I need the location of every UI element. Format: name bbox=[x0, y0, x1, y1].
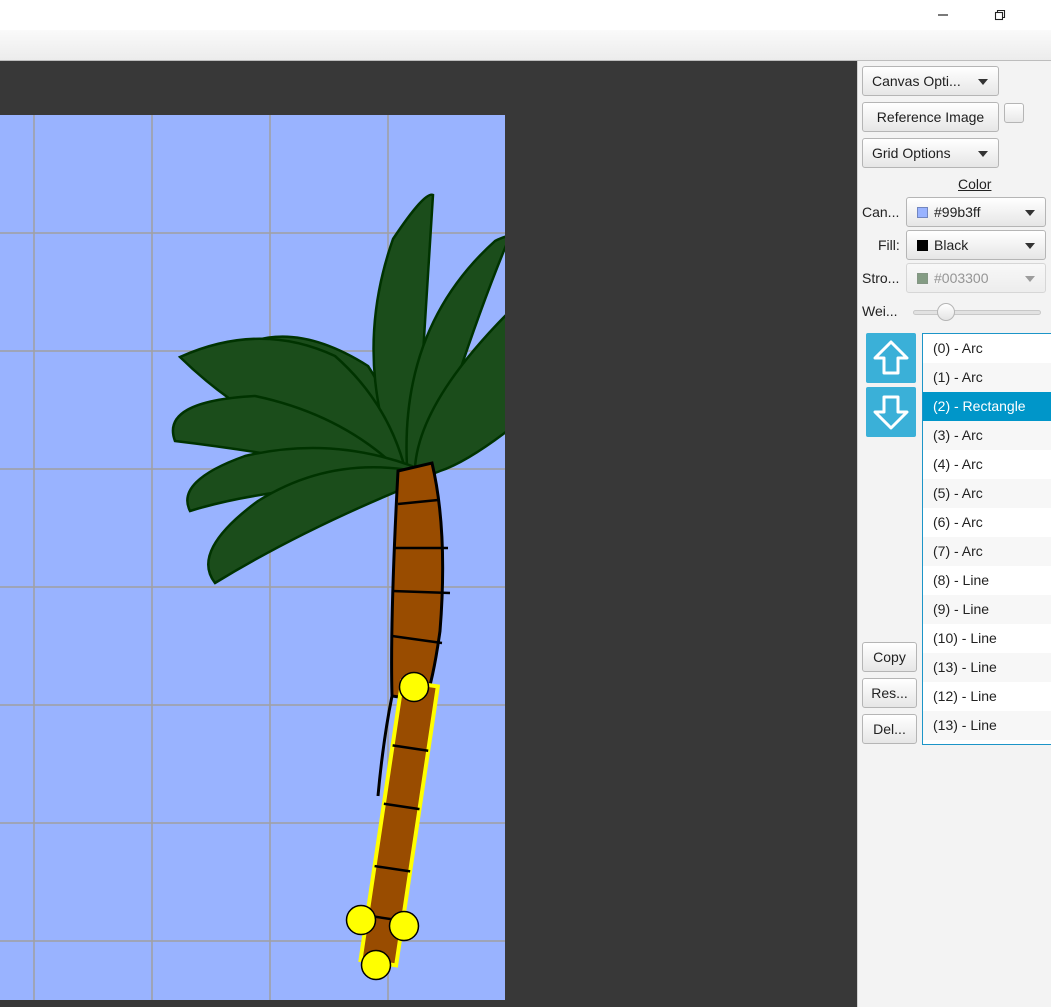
color-heading: Color bbox=[958, 176, 992, 192]
stroke-color-label: Stro... bbox=[862, 270, 900, 286]
shape-list-item[interactable]: (0) - Arc bbox=[923, 334, 1051, 363]
chevron-down-icon bbox=[1025, 276, 1035, 282]
shape-list-item[interactable]: (7) - Arc bbox=[923, 537, 1051, 566]
shape-list-item[interactable]: (1) - Arc bbox=[923, 363, 1051, 392]
arrow-down-icon bbox=[873, 395, 909, 430]
chevron-down-icon bbox=[978, 151, 988, 157]
shape-list-item[interactable]: (5) - Arc bbox=[923, 479, 1051, 508]
menu-bar bbox=[0, 30, 1051, 61]
shape-list-item[interactable]: (4) - Arc bbox=[923, 450, 1051, 479]
fill-color-value: Black bbox=[934, 237, 969, 253]
reference-image-checkbox[interactable] bbox=[1004, 103, 1024, 123]
copy-label: Copy bbox=[873, 649, 906, 665]
reference-image-button[interactable]: Reference Image bbox=[862, 102, 999, 132]
tools-panel: Canvas Opti... Reference Image Grid Opti… bbox=[857, 61, 1051, 1007]
shape-list-item[interactable]: (9) - Line bbox=[923, 595, 1051, 624]
move-up-button[interactable] bbox=[866, 333, 916, 383]
chevron-down-icon bbox=[1025, 243, 1035, 249]
restore-icon bbox=[994, 9, 1006, 21]
weight-label: Wei... bbox=[862, 303, 898, 319]
title-bar bbox=[0, 0, 1051, 30]
fill-color-picker[interactable]: Black bbox=[906, 230, 1046, 260]
grid-options-menu-button[interactable]: Grid Options bbox=[862, 138, 999, 168]
copy-button[interactable]: Copy bbox=[862, 642, 917, 672]
move-down-button[interactable] bbox=[866, 387, 916, 437]
fill-color-label: Fill: bbox=[878, 237, 900, 253]
canvas-options-label: Canvas Opti... bbox=[872, 73, 961, 89]
stroke-color-picker[interactable]: #003300 bbox=[906, 263, 1046, 293]
reset-label: Res... bbox=[871, 685, 908, 701]
resize-handle-left[interactable] bbox=[345, 904, 377, 936]
shape-list-item[interactable]: (3) - Arc bbox=[923, 421, 1051, 450]
shape-list-item[interactable]: (8) - Line bbox=[923, 566, 1051, 595]
canvas-options-menu-button[interactable]: Canvas Opti... bbox=[862, 66, 999, 96]
arrow-up-icon bbox=[873, 340, 909, 375]
color-swatch bbox=[917, 239, 928, 251]
stroke-color-value: #003300 bbox=[934, 270, 989, 286]
grid-options-label: Grid Options bbox=[872, 145, 951, 161]
shape-list-item[interactable]: (6) - Arc bbox=[923, 508, 1051, 537]
palm-trunk[interactable] bbox=[390, 461, 445, 703]
chevron-down-icon bbox=[978, 79, 988, 85]
restore-button[interactable] bbox=[977, 0, 1023, 30]
color-swatch bbox=[917, 272, 928, 284]
minimize-button[interactable] bbox=[920, 0, 966, 30]
shape-list-item[interactable]: (10) - Line bbox=[923, 624, 1051, 653]
resize-handle-right[interactable] bbox=[388, 910, 420, 942]
shape-list[interactable]: (0) - Arc (1) - Arc (2) - Rectangle (3) - A… bbox=[922, 333, 1051, 745]
delete-label: Del... bbox=[873, 721, 906, 737]
shape-list-item[interactable]: (12) - Line bbox=[923, 682, 1051, 711]
shape-list-item[interactable]: (13) - Line bbox=[923, 653, 1051, 682]
drawing-workspace bbox=[0, 61, 857, 1007]
reference-image-label: Reference Image bbox=[876, 109, 985, 125]
weight-slider-thumb[interactable] bbox=[937, 303, 956, 321]
minimize-icon bbox=[938, 14, 948, 16]
resize-handle-bottom[interactable] bbox=[360, 949, 392, 981]
delete-button[interactable]: Del... bbox=[862, 714, 917, 744]
drawing-canvas[interactable] bbox=[0, 61, 857, 1007]
canvas-color-picker[interactable]: #99b3ff bbox=[906, 197, 1046, 227]
canvas-color-value: #99b3ff bbox=[934, 204, 981, 220]
color-swatch bbox=[917, 206, 928, 218]
shape-list-item[interactable]: (2) - Rectangle bbox=[923, 392, 1051, 421]
chevron-down-icon bbox=[1025, 210, 1035, 216]
weight-slider-track[interactable] bbox=[913, 310, 1041, 315]
shape-list-item[interactable]: (13) - Line bbox=[923, 711, 1051, 740]
canvas-color-label: Can... bbox=[862, 204, 900, 220]
reset-button[interactable]: Res... bbox=[862, 678, 917, 708]
resize-handle-top[interactable] bbox=[398, 671, 430, 703]
